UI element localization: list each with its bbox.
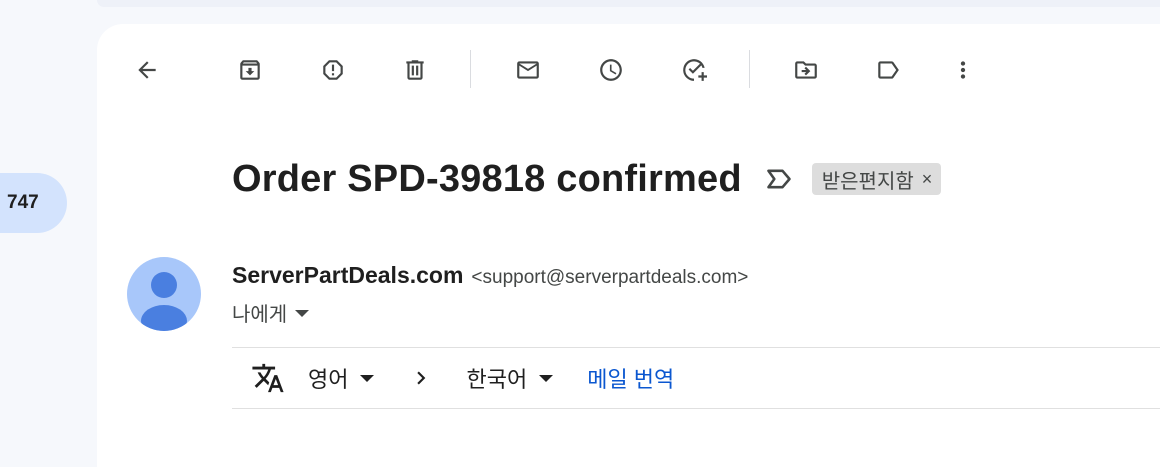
source-language-select[interactable]: 영어 — [308, 362, 375, 394]
snooze-button[interactable] — [591, 50, 631, 90]
target-language-label: 한국어 — [466, 367, 528, 392]
importance-icon — [766, 169, 791, 189]
clock-icon — [600, 59, 622, 81]
back-button[interactable] — [127, 50, 167, 90]
translate-message-link[interactable]: 메일 번역 — [587, 362, 674, 394]
email-panel: Order SPD-39818 confirmed 받은편지함 × Server… — [97, 24, 1160, 467]
add-to-tasks-button[interactable] — [674, 50, 714, 90]
trash-icon — [406, 60, 424, 80]
recipient-label: 나에게 — [232, 304, 288, 326]
person-icon — [141, 272, 187, 331]
mail-icon — [517, 61, 539, 79]
sender-email: <support@serverpartdeals.com> — [471, 267, 749, 288]
chevron-down-icon — [360, 374, 375, 382]
sender-avatar[interactable] — [127, 257, 201, 331]
folder-move-icon — [795, 61, 817, 79]
report-spam-button[interactable] — [313, 50, 353, 90]
recipient-line: 나에게 — [232, 298, 310, 327]
mark-unread-button[interactable] — [508, 50, 548, 90]
move-to-button[interactable] — [786, 50, 826, 90]
labels-button[interactable] — [868, 50, 908, 90]
arrow-back-icon — [138, 61, 156, 79]
report-icon — [323, 60, 343, 80]
more-vert-icon — [960, 61, 966, 79]
toolbar-divider — [749, 50, 750, 88]
task-add-icon — [683, 59, 707, 81]
email-toolbar — [97, 24, 1160, 116]
archive-button[interactable] — [230, 50, 270, 90]
top-strip — [97, 0, 1160, 7]
source-language-label: 영어 — [308, 367, 349, 392]
toolbar-divider — [470, 50, 471, 88]
sender-name[interactable]: ServerPartDeals.com — [232, 262, 463, 289]
archive-icon — [240, 60, 260, 80]
inbox-count-label: 747 — [7, 192, 39, 213]
chevron-right-icon — [408, 365, 434, 391]
translate-bar: 영어 한국어 메일 번역 — [232, 347, 1160, 409]
label-icon — [878, 61, 899, 79]
translate-icon — [250, 360, 286, 396]
importance-marker[interactable] — [764, 164, 794, 194]
label-chip-inbox: 받은편지함 × — [811, 163, 942, 195]
chevron-down-icon — [539, 374, 554, 382]
sender-line: ServerPartDeals.com <support@serverpartd… — [232, 262, 748, 289]
show-details-dropdown[interactable] — [295, 310, 310, 317]
label-chip-text: 받은편지함 — [821, 170, 914, 193]
delete-button[interactable] — [395, 50, 435, 90]
more-button[interactable] — [943, 50, 983, 90]
remove-label-button[interactable]: × — [922, 169, 933, 190]
inbox-unread-count[interactable]: 747 — [0, 173, 67, 233]
target-language-select[interactable]: 한국어 — [466, 362, 554, 394]
email-subject: Order SPD-39818 confirmed — [232, 157, 742, 200]
subject-row: Order SPD-39818 confirmed 받은편지함 × — [232, 152, 942, 206]
